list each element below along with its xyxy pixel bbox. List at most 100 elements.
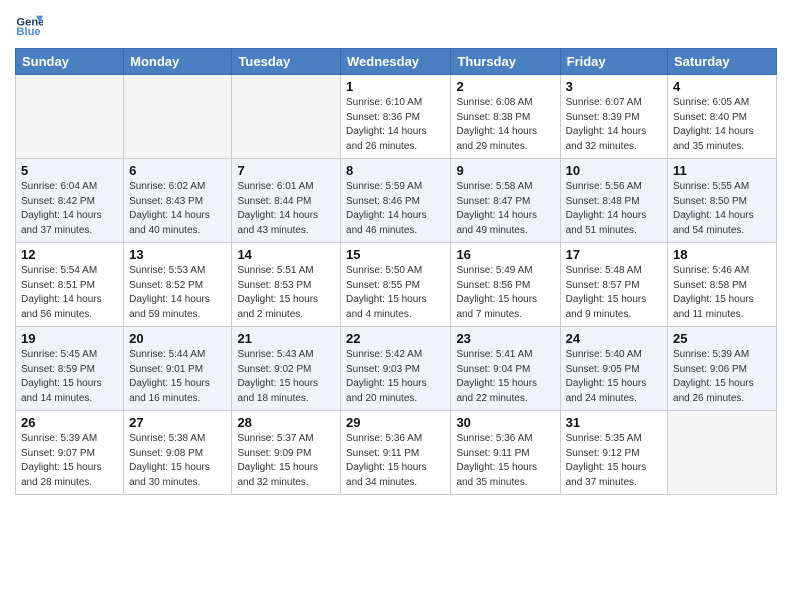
day-info: Sunset: 8:53 PM <box>237 279 335 294</box>
day-info: Sunset: 8:48 PM <box>566 195 662 210</box>
calendar-cell: 3Sunrise: 6:07 AMSunset: 8:39 PMDaylight… <box>560 75 667 159</box>
day-info: Daylight: 15 hours and 32 minutes. <box>237 461 335 490</box>
day-number: 12 <box>21 247 118 262</box>
logo: General Blue <box>15 10 47 38</box>
page: General Blue SundayMondayTuesdayWednesda… <box>0 0 792 505</box>
day-number: 25 <box>673 331 771 346</box>
day-info: Sunrise: 5:42 AM <box>346 348 445 363</box>
day-number: 11 <box>673 163 771 178</box>
day-number: 30 <box>456 415 554 430</box>
day-number: 2 <box>456 79 554 94</box>
day-number: 28 <box>237 415 335 430</box>
day-info: Daylight: 14 hours and 29 minutes. <box>456 125 554 154</box>
week-row-3: 12Sunrise: 5:54 AMSunset: 8:51 PMDayligh… <box>16 243 777 327</box>
week-row-5: 26Sunrise: 5:39 AMSunset: 9:07 PMDayligh… <box>16 411 777 495</box>
day-info: Daylight: 14 hours and 35 minutes. <box>673 125 771 154</box>
weekday-header-saturday: Saturday <box>668 49 777 75</box>
day-info: Daylight: 15 hours and 14 minutes. <box>21 377 118 406</box>
day-info: Daylight: 14 hours and 54 minutes. <box>673 209 771 238</box>
day-number: 26 <box>21 415 118 430</box>
weekday-header-friday: Friday <box>560 49 667 75</box>
day-info: Sunrise: 5:50 AM <box>346 264 445 279</box>
day-number: 27 <box>129 415 226 430</box>
calendar-cell: 27Sunrise: 5:38 AMSunset: 9:08 PMDayligh… <box>124 411 232 495</box>
day-info: Sunrise: 5:36 AM <box>456 432 554 447</box>
day-info: Sunset: 8:57 PM <box>566 279 662 294</box>
weekday-header-tuesday: Tuesday <box>232 49 341 75</box>
calendar-cell: 11Sunrise: 5:55 AMSunset: 8:50 PMDayligh… <box>668 159 777 243</box>
day-info: Daylight: 14 hours and 46 minutes. <box>346 209 445 238</box>
day-info: Daylight: 15 hours and 7 minutes. <box>456 293 554 322</box>
day-info: Sunrise: 5:39 AM <box>21 432 118 447</box>
day-info: Daylight: 15 hours and 37 minutes. <box>566 461 662 490</box>
day-info: Sunset: 9:03 PM <box>346 363 445 378</box>
day-info: Sunset: 8:39 PM <box>566 111 662 126</box>
day-number: 16 <box>456 247 554 262</box>
day-info: Sunset: 8:56 PM <box>456 279 554 294</box>
calendar-cell: 7Sunrise: 6:01 AMSunset: 8:44 PMDaylight… <box>232 159 341 243</box>
calendar-cell <box>16 75 124 159</box>
day-info: Sunset: 9:06 PM <box>673 363 771 378</box>
day-info: Sunrise: 6:05 AM <box>673 96 771 111</box>
day-info: Sunset: 8:59 PM <box>21 363 118 378</box>
day-info: Sunrise: 5:35 AM <box>566 432 662 447</box>
day-info: Daylight: 15 hours and 28 minutes. <box>21 461 118 490</box>
day-info: Sunrise: 5:46 AM <box>673 264 771 279</box>
day-number: 19 <box>21 331 118 346</box>
day-info: Daylight: 15 hours and 18 minutes. <box>237 377 335 406</box>
day-number: 9 <box>456 163 554 178</box>
day-number: 15 <box>346 247 445 262</box>
day-info: Sunrise: 5:56 AM <box>566 180 662 195</box>
day-info: Sunset: 9:12 PM <box>566 447 662 462</box>
calendar-cell: 16Sunrise: 5:49 AMSunset: 8:56 PMDayligh… <box>451 243 560 327</box>
day-info: Daylight: 14 hours and 59 minutes. <box>129 293 226 322</box>
day-info: Sunrise: 5:58 AM <box>456 180 554 195</box>
day-info: Sunrise: 5:39 AM <box>673 348 771 363</box>
day-info: Sunrise: 5:59 AM <box>346 180 445 195</box>
day-info: Daylight: 15 hours and 16 minutes. <box>129 377 226 406</box>
day-info: Sunset: 8:44 PM <box>237 195 335 210</box>
day-info: Sunset: 8:51 PM <box>21 279 118 294</box>
day-number: 23 <box>456 331 554 346</box>
day-number: 22 <box>346 331 445 346</box>
day-info: Sunrise: 5:51 AM <box>237 264 335 279</box>
calendar-cell: 23Sunrise: 5:41 AMSunset: 9:04 PMDayligh… <box>451 327 560 411</box>
day-info: Sunset: 8:38 PM <box>456 111 554 126</box>
logo-icon: General Blue <box>15 10 43 38</box>
day-info: Sunset: 8:50 PM <box>673 195 771 210</box>
day-info: Sunrise: 6:02 AM <box>129 180 226 195</box>
day-info: Daylight: 14 hours and 32 minutes. <box>566 125 662 154</box>
calendar-cell: 18Sunrise: 5:46 AMSunset: 8:58 PMDayligh… <box>668 243 777 327</box>
day-number: 7 <box>237 163 335 178</box>
day-number: 29 <box>346 415 445 430</box>
day-info: Sunrise: 5:53 AM <box>129 264 226 279</box>
calendar-cell: 10Sunrise: 5:56 AMSunset: 8:48 PMDayligh… <box>560 159 667 243</box>
day-info: Sunset: 8:55 PM <box>346 279 445 294</box>
day-info: Sunset: 9:05 PM <box>566 363 662 378</box>
day-info: Daylight: 15 hours and 35 minutes. <box>456 461 554 490</box>
day-info: Sunrise: 5:43 AM <box>237 348 335 363</box>
header: General Blue <box>15 10 777 38</box>
day-number: 18 <box>673 247 771 262</box>
calendar-cell: 9Sunrise: 5:58 AMSunset: 8:47 PMDaylight… <box>451 159 560 243</box>
day-info: Daylight: 14 hours and 26 minutes. <box>346 125 445 154</box>
day-info: Sunset: 8:46 PM <box>346 195 445 210</box>
day-info: Sunset: 8:58 PM <box>673 279 771 294</box>
calendar-cell: 5Sunrise: 6:04 AMSunset: 8:42 PMDaylight… <box>16 159 124 243</box>
calendar-cell: 13Sunrise: 5:53 AMSunset: 8:52 PMDayligh… <box>124 243 232 327</box>
day-number: 20 <box>129 331 226 346</box>
calendar-cell: 2Sunrise: 6:08 AMSunset: 8:38 PMDaylight… <box>451 75 560 159</box>
calendar-cell: 28Sunrise: 5:37 AMSunset: 9:09 PMDayligh… <box>232 411 341 495</box>
day-info: Sunrise: 6:04 AM <box>21 180 118 195</box>
calendar-cell: 4Sunrise: 6:05 AMSunset: 8:40 PMDaylight… <box>668 75 777 159</box>
day-number: 8 <box>346 163 445 178</box>
day-info: Sunset: 8:52 PM <box>129 279 226 294</box>
day-info: Daylight: 15 hours and 20 minutes. <box>346 377 445 406</box>
calendar-cell: 21Sunrise: 5:43 AMSunset: 9:02 PMDayligh… <box>232 327 341 411</box>
day-info: Daylight: 15 hours and 34 minutes. <box>346 461 445 490</box>
calendar-cell: 14Sunrise: 5:51 AMSunset: 8:53 PMDayligh… <box>232 243 341 327</box>
weekday-header-monday: Monday <box>124 49 232 75</box>
day-info: Daylight: 14 hours and 43 minutes. <box>237 209 335 238</box>
day-info: Sunrise: 5:40 AM <box>566 348 662 363</box>
calendar-cell: 6Sunrise: 6:02 AMSunset: 8:43 PMDaylight… <box>124 159 232 243</box>
